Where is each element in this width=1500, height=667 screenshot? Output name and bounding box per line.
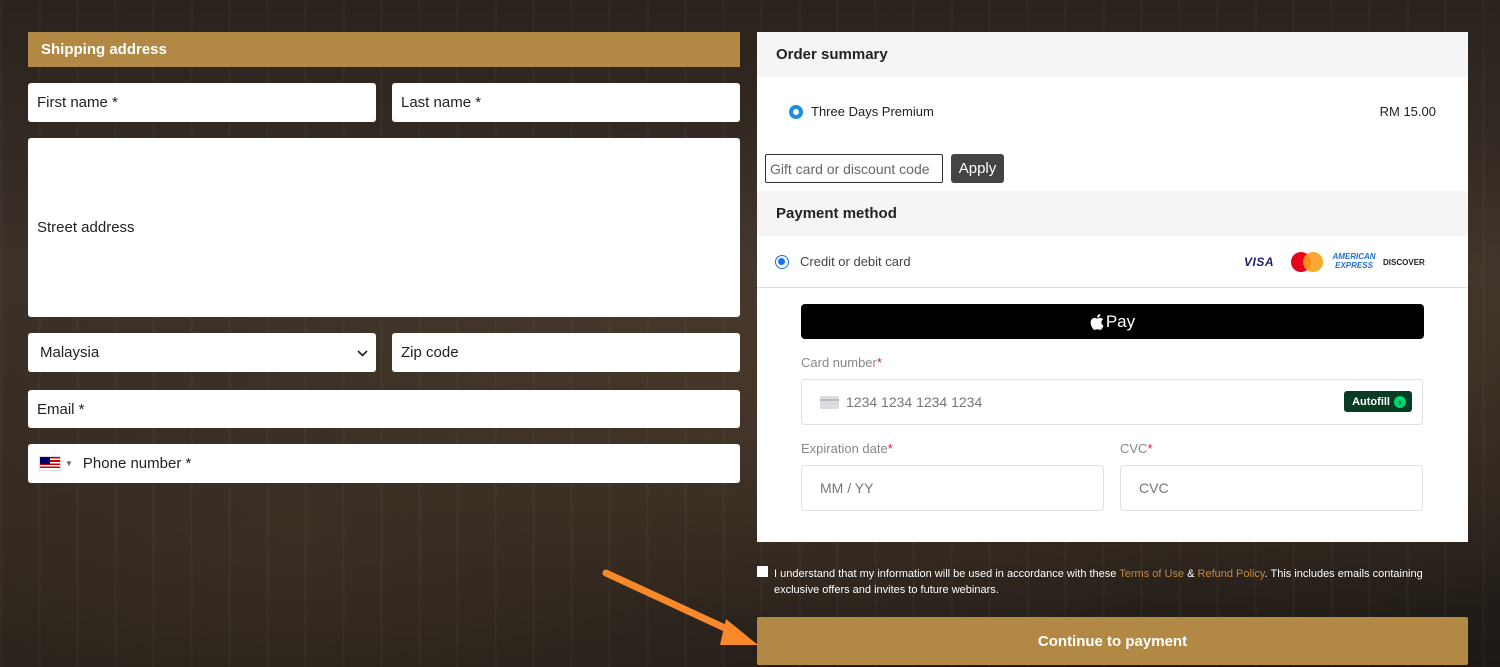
apple-pay-label: Pay: [1105, 311, 1136, 331]
mastercard-icon: [1291, 252, 1324, 272]
card-number-label: Card number*: [801, 355, 882, 370]
cvc-input[interactable]: CVC: [1120, 465, 1423, 511]
phone-placeholder: Phone number *: [82, 455, 192, 472]
payment-divider: [757, 287, 1468, 288]
product-radio[interactable]: [789, 105, 803, 119]
consent-text: I understand that my information will be…: [774, 568, 1423, 596]
street-address-textarea[interactable]: Street address: [28, 138, 740, 317]
payment-method-header: Payment method: [757, 191, 1468, 236]
email-input[interactable]: Email *: [28, 390, 740, 428]
credit-card-icon: [820, 395, 839, 409]
country-select[interactable]: Malaysia: [28, 333, 376, 372]
card-brands: VISA AMERICAN EXPRESS DISCOVER: [1244, 252, 1425, 272]
cvc-label: CVC*: [1120, 441, 1153, 456]
first-name-placeholder: First name *: [37, 94, 118, 111]
expiry-input[interactable]: MM / YY: [801, 465, 1104, 511]
card-number-placeholder: 1234 1234 1234 1234: [846, 394, 983, 410]
autofill-button[interactable]: Autofill ›: [1344, 391, 1412, 412]
email-placeholder: Email *: [37, 400, 85, 418]
expiry-label: Expiration date*: [801, 441, 893, 456]
product-price: RM 15.00: [1379, 104, 1436, 119]
apple-pay-button[interactable]: Pay: [801, 304, 1424, 339]
amex-icon: AMERICAN EXPRESS: [1332, 252, 1376, 270]
phone-input[interactable]: ▼ Phone number *: [28, 444, 740, 483]
apple-icon: [1090, 313, 1104, 330]
zip-code-placeholder: Zip code: [401, 344, 459, 361]
expiry-placeholder: MM / YY: [820, 480, 874, 496]
shipping-address-header: Shipping address: [28, 32, 740, 67]
zip-code-input[interactable]: Zip code: [392, 333, 740, 372]
card-number-input[interactable]: 1234 1234 1234 1234 Autofill ›: [801, 379, 1423, 425]
visa-icon: VISA: [1244, 255, 1275, 269]
discount-code-placeholder: Gift card or discount code: [770, 160, 930, 177]
first-name-input[interactable]: First name *: [28, 83, 376, 122]
orange-arrow-annotation: [602, 569, 758, 645]
terms-of-use-link[interactable]: Terms of Use: [1119, 568, 1184, 580]
malaysia-flag-icon[interactable]: [39, 456, 61, 471]
discover-icon: DISCOVER: [1383, 257, 1425, 267]
last-name-input[interactable]: Last name *: [392, 83, 740, 122]
country-value: Malaysia: [40, 344, 100, 361]
refund-policy-link[interactable]: Refund Policy: [1198, 568, 1265, 580]
last-name-placeholder: Last name *: [401, 94, 482, 111]
arrow-right-icon: ›: [1394, 395, 1406, 408]
apply-button[interactable]: Apply: [951, 154, 1004, 183]
continue-to-payment-button[interactable]: Continue to payment: [757, 617, 1468, 665]
caret-down-icon[interactable]: ▼: [65, 459, 73, 468]
chevron-down-icon: [357, 346, 368, 360]
cvc-placeholder: CVC: [1139, 480, 1169, 496]
card-method-radio[interactable]: [775, 255, 789, 269]
order-summary-header: Order summary: [757, 32, 1468, 77]
street-address-placeholder: Street address: [37, 219, 135, 236]
discount-code-input[interactable]: Gift card or discount code: [765, 154, 943, 183]
product-name: Three Days Premium: [811, 104, 934, 119]
card-method-label: Credit or debit card: [800, 254, 911, 269]
